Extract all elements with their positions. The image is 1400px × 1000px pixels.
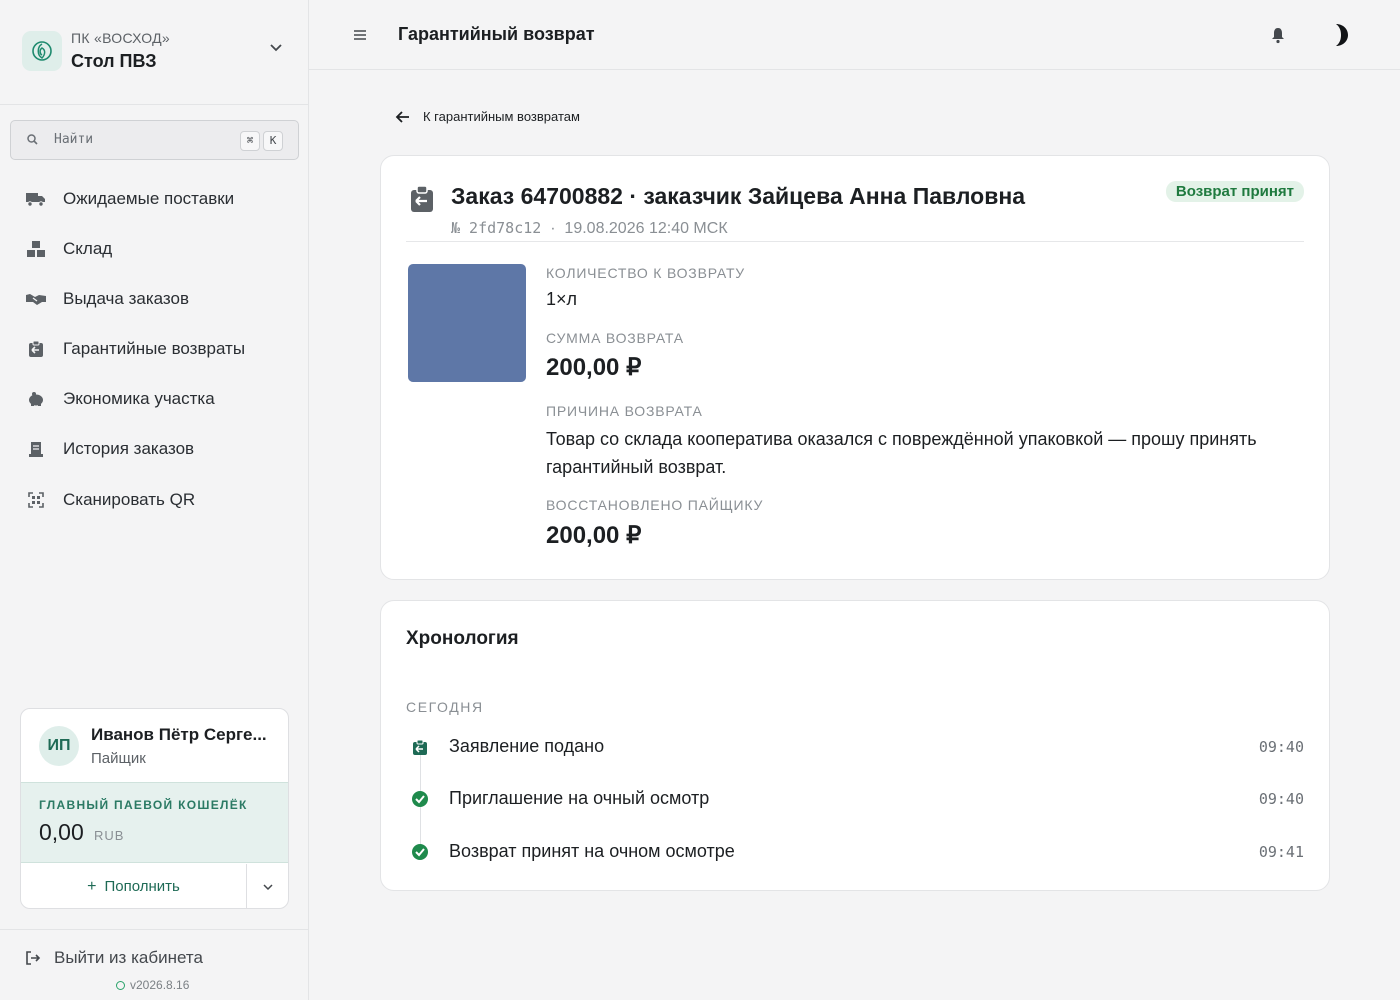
reason-value: Товар со склада кооператива оказался с п… (546, 429, 1257, 477)
reason-label: ПРИЧИНА ВОЗВРАТА (546, 403, 703, 419)
sidebar-item-label: Ожидаемые поставки (63, 189, 235, 208)
shortcut-key-mod: ⌘ (240, 131, 260, 151)
timeline-event-time: 09:40 (1258, 790, 1304, 808)
version-label: v2026.8.16 (130, 978, 190, 992)
sidebar-item-order-pickup[interactable]: Выдача заказов (10, 277, 299, 321)
timeline-event-time: 09:41 (1258, 843, 1304, 861)
qr-code-icon (25, 490, 47, 510)
status-dot-icon (116, 980, 125, 990)
search-placeholder: Найти (54, 132, 94, 147)
arrow-left-icon (395, 111, 409, 123)
workspace-name: Стол ПВЗ (71, 51, 157, 71)
return-details-card: Заказ 64700882 · заказчик Зайцева Анна П… (380, 155, 1330, 580)
wallet-label: ГЛАВНЫЙ ПАЕВОЙ КОШЕЛЁК (39, 798, 248, 812)
chevron-down-icon (263, 883, 273, 890)
organization-name: ПК «ВОСХОД» (71, 30, 171, 46)
order-number: № 2fd78c12 (451, 219, 542, 237)
order-title: Заказ 64700882 · заказчик Зайцева Анна П… (451, 183, 1026, 209)
plus-icon: + (87, 877, 97, 895)
restored-value: 200,00 ₽ (546, 522, 642, 549)
sidebar: ПК «ВОСХОД» Стол ПВЗ Найти ⌘ K Ожидаемые… (0, 0, 309, 1000)
order-datetime: 19.08.2026 12:40 МСК (564, 220, 728, 237)
truck-icon (25, 189, 47, 209)
timeline-event-label: Заявление подано (449, 736, 605, 756)
wallet-balance: 0,00 (39, 819, 84, 845)
user-role: Пайщик (91, 750, 146, 767)
search-icon (27, 134, 38, 145)
sidebar-item-label: Склад (63, 239, 113, 258)
wallet-menu-button[interactable] (246, 864, 288, 908)
restored-label: ВОССТАНОВЛЕНО ПАЙЩИКУ (546, 497, 764, 513)
boxes-icon (25, 239, 47, 259)
back-link-label: К гарантийным возвратам (423, 109, 580, 124)
chevron-down-icon[interactable] (266, 40, 286, 56)
sidebar-item-scan-qr[interactable]: Сканировать QR (10, 478, 299, 522)
quantity-label: КОЛИЧЕСТВО К ВОЗВРАТУ (546, 265, 745, 281)
wallet-currency: RUB (94, 828, 125, 843)
logout-button[interactable]: Выйти из кабинета (24, 946, 203, 970)
clipboard-return-icon (25, 339, 47, 359)
clipboard-return-icon (410, 737, 430, 757)
topup-button[interactable]: + Пополнить (21, 864, 246, 908)
page-title: Гарантийный возврат (398, 24, 595, 44)
user-card: ИП Иванов Пётр Серге... Пайщик ГЛАВНЫЙ П… (20, 708, 289, 909)
check-circle-icon (410, 789, 430, 809)
sidebar-item-label: Экономика участка (63, 389, 215, 408)
product-image (408, 264, 526, 382)
sidebar-item-site-economics[interactable]: Экономика участка (10, 377, 299, 421)
search-input[interactable]: Найти ⌘ K (10, 120, 299, 160)
sidebar-item-label: История заказов (63, 439, 195, 458)
timeline-day: СЕГОДНЯ (406, 699, 484, 715)
cooperative-logo-icon (22, 31, 62, 71)
amount-label: СУММА ВОЗВРАТА (546, 330, 684, 346)
shortcut-key-k: K (263, 131, 283, 151)
meta-separator: · (550, 220, 556, 237)
timeline-event-label: Возврат принят на очном осмотре (449, 841, 735, 861)
handshake-icon (25, 289, 47, 309)
piggy-bank-icon (25, 389, 47, 409)
bell-icon[interactable] (1270, 26, 1286, 44)
timeline-card: Хронология СЕГОДНЯ Заявление подано 09:4… (380, 600, 1330, 891)
sidebar-item-warranty-returns[interactable]: Гарантийные возвраты (10, 327, 299, 371)
timeline-event-label: Приглашение на очный осмотр (449, 788, 710, 808)
quantity-value: 1×л (546, 289, 578, 309)
status-badge: Возврат принят (1165, 181, 1304, 202)
receipt-icon (25, 439, 47, 459)
workspace-switcher[interactable]: ПК «ВОСХОД» Стол ПВЗ (0, 0, 308, 105)
sidebar-item-order-history[interactable]: История заказов (10, 427, 299, 471)
sidebar-item-label: Сканировать QR (63, 490, 196, 509)
timeline-event-time: 09:40 (1258, 738, 1304, 756)
divider (0, 929, 308, 930)
amount-value: 200,00 ₽ (546, 354, 642, 381)
topup-label: Пополнить (104, 878, 180, 895)
logout-label: Выйти из кабинета (54, 948, 203, 967)
sidebar-item-label: Гарантийные возвраты (63, 339, 246, 358)
back-link[interactable]: К гарантийным возвратам (393, 106, 580, 128)
moon-icon[interactable] (1327, 22, 1351, 48)
app-version: v2026.8.16 (116, 978, 189, 992)
menu-icon[interactable] (352, 27, 368, 43)
timeline-event: Возврат принят на очном осмотре 09:41 (406, 838, 1304, 868)
check-circle-icon (410, 842, 430, 862)
timeline-title: Хронология (406, 628, 519, 649)
sidebar-item-warehouse[interactable]: Склад (10, 227, 299, 271)
timeline-event: Приглашение на очный осмотр 09:40 (406, 785, 1304, 815)
logout-icon (26, 951, 41, 965)
user-name: Иванов Пётр Серге... (91, 725, 267, 744)
top-bar: Гарантийный возврат (309, 0, 1400, 70)
wallet-panel: ГЛАВНЫЙ ПАЕВОЙ КОШЕЛЁК 0,00 RUB (21, 782, 288, 863)
order-meta: № 2fd78c12 · 19.08.2026 12:40 МСК (451, 219, 728, 238)
sidebar-item-expected-deliveries[interactable]: Ожидаемые поставки (10, 177, 299, 221)
clipboard-return-icon (411, 185, 433, 212)
sidebar-item-label: Выдача заказов (63, 289, 190, 308)
divider (406, 241, 1304, 242)
timeline-event: Заявление подано 09:40 (406, 733, 1304, 763)
avatar[interactable]: ИП (39, 726, 79, 766)
